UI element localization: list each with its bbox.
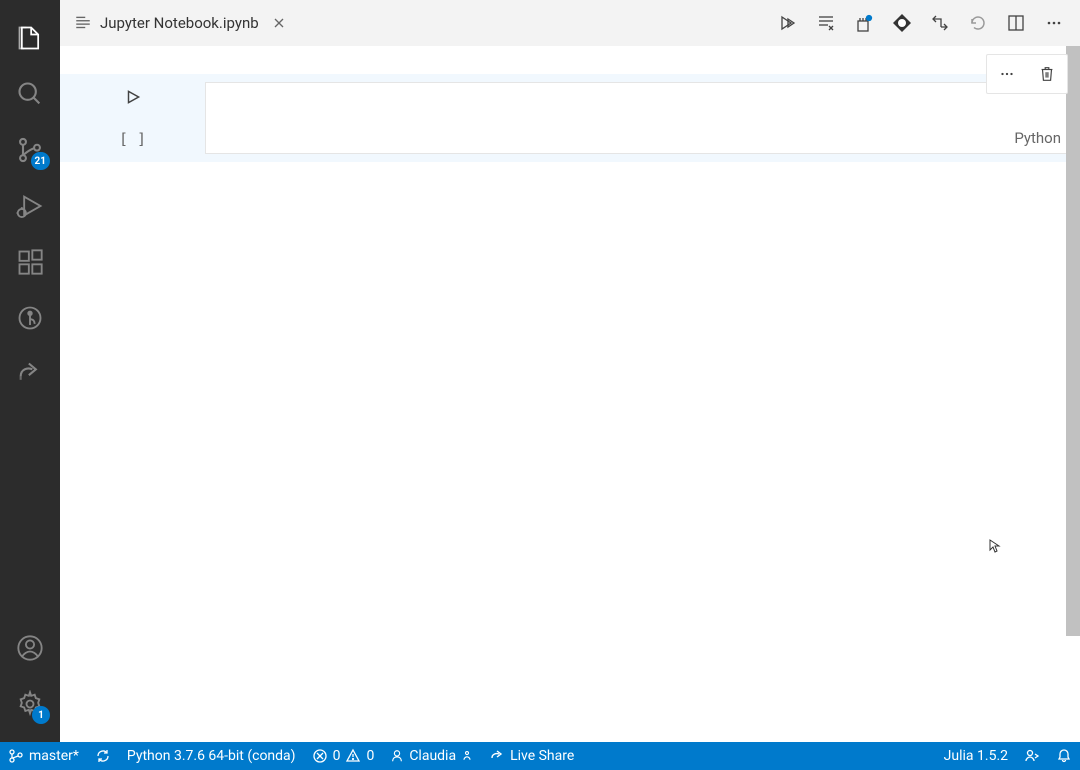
run-all-icon[interactable] [776,11,800,35]
julia-version: Julia 1.5.2 [944,748,1008,764]
cell-more-icon[interactable] [987,55,1027,93]
run-debug-icon[interactable] [0,178,60,234]
more-actions-icon[interactable] [1042,11,1066,35]
notebook-cell[interactable]: [ ] Python [60,74,1080,162]
cell-run-icon[interactable] [124,88,142,110]
source-control-icon[interactable]: 21 [0,122,60,178]
scrollbar-thumb[interactable] [1066,46,1080,636]
cell-input-area[interactable] [206,83,1071,153]
tab-filename: Jupyter Notebook.ipynb [100,14,259,32]
mouse-cursor-icon [988,538,1004,558]
source-control-badge: 21 [31,152,50,170]
status-problems[interactable]: 0 0 [312,748,375,764]
tab-jupyter-notebook[interactable]: Jupyter Notebook.ipynb [60,0,301,46]
jupyter-logo-icon[interactable] [890,11,914,35]
errors-count: 0 [333,748,341,764]
settings-badge: 1 [32,706,50,724]
python-env-label: Python 3.7.6 64-bit (conda) [127,748,296,764]
branch-name: master* [29,748,79,764]
status-bar: master* Python 3.7.6 64-bit (conda) 0 [0,742,1080,770]
cell-execution-count: [ ] [119,130,146,148]
explorer-icon[interactable] [0,10,60,66]
share-icon[interactable] [0,346,60,402]
status-user[interactable]: Claudia [390,748,473,764]
kernel-select-icon[interactable] [852,11,876,35]
status-branch[interactable]: master* [8,748,79,764]
user-name: Claudia [409,748,456,764]
cell-editor[interactable]: Python [205,82,1072,154]
status-feedback-icon[interactable] [1024,748,1040,764]
cell-toolbar [986,54,1068,94]
extensions-icon[interactable] [0,234,60,290]
liveshare-label: Live Share [510,748,574,764]
undo-icon[interactable] [966,11,990,35]
activity-bar: 21 [0,0,60,742]
status-python-env[interactable]: Python 3.7.6 64-bit (conda) [127,748,296,764]
cell-delete-icon[interactable] [1027,55,1067,93]
editor-area: Jupyter Notebook.ipynb [60,0,1080,742]
search-icon[interactable] [0,66,60,122]
notebook-area: [ ] Python [60,46,1080,742]
cell-language-label[interactable]: Python [1014,129,1061,147]
compare-changes-icon[interactable] [928,11,952,35]
git-graph-icon[interactable] [0,290,60,346]
clear-outputs-icon[interactable] [814,11,838,35]
split-editor-icon[interactable] [1004,11,1028,35]
status-julia[interactable]: Julia 1.5.2 [944,748,1008,764]
accounts-icon[interactable] [0,620,60,676]
warnings-count: 0 [366,748,374,764]
notebook-file-icon [74,14,92,32]
status-sync[interactable] [95,748,111,764]
scrollbar[interactable] [1066,46,1080,742]
tab-bar: Jupyter Notebook.ipynb [60,0,1080,46]
tab-close-icon[interactable] [271,15,287,31]
status-liveshare[interactable]: Live Share [489,748,574,764]
settings-gear-icon[interactable]: 1 [0,676,60,732]
